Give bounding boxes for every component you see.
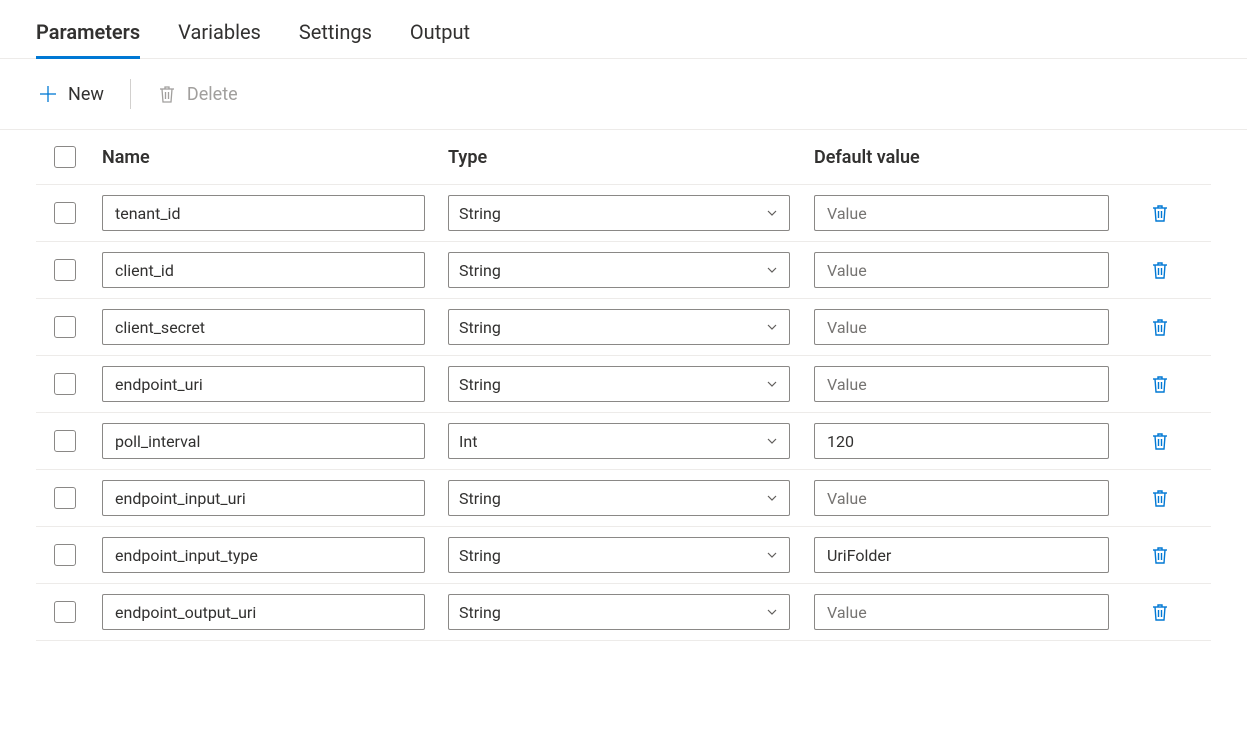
row-delete-button[interactable] (1150, 317, 1170, 337)
column-header-type: Type (448, 147, 808, 168)
param-name-input[interactable] (113, 203, 414, 224)
chevron-down-icon (765, 548, 779, 562)
param-type-value: Int (459, 432, 477, 451)
row-checkbox[interactable] (54, 487, 76, 509)
table-row: String (36, 356, 1211, 413)
row-checkbox[interactable] (54, 259, 76, 281)
param-name-input[interactable] (113, 260, 414, 281)
tab-variables[interactable]: Variables (178, 10, 261, 58)
delete-button-label: Delete (187, 84, 238, 105)
chevron-down-icon (765, 434, 779, 448)
param-default-input[interactable] (825, 488, 1098, 509)
toolbar-divider (130, 79, 131, 109)
param-type-select[interactable]: String (448, 309, 790, 345)
table-row: String (36, 185, 1211, 242)
param-name-input[interactable] (113, 602, 414, 623)
param-type-select[interactable]: String (448, 594, 790, 630)
param-name-input[interactable] (113, 488, 414, 509)
param-name-input[interactable] (113, 431, 414, 452)
param-type-value: String (459, 204, 501, 223)
param-type-value: String (459, 546, 501, 565)
row-checkbox[interactable] (54, 544, 76, 566)
tab-output[interactable]: Output (410, 10, 470, 58)
param-type-select[interactable]: String (448, 195, 790, 231)
row-checkbox[interactable] (54, 430, 76, 452)
param-name-input[interactable] (113, 545, 414, 566)
param-default-input[interactable] (825, 545, 1098, 566)
chevron-down-icon (765, 206, 779, 220)
param-type-value: String (459, 375, 501, 394)
param-type-select[interactable]: String (448, 537, 790, 573)
table-row: Int (36, 413, 1211, 470)
row-checkbox[interactable] (54, 373, 76, 395)
chevron-down-icon (765, 491, 779, 505)
parameters-table: Name Type Default value String String Stri… (0, 130, 1247, 641)
row-checkbox[interactable] (54, 202, 76, 224)
param-default-input[interactable] (825, 374, 1098, 395)
table-row: String (36, 527, 1211, 584)
param-name-input[interactable] (113, 317, 414, 338)
row-delete-button[interactable] (1150, 602, 1170, 622)
param-default-input[interactable] (825, 260, 1098, 281)
param-type-select[interactable]: String (448, 252, 790, 288)
param-type-value: String (459, 603, 501, 622)
table-header: Name Type Default value (36, 130, 1211, 185)
toolbar: New Delete (0, 59, 1247, 130)
row-delete-button[interactable] (1150, 260, 1170, 280)
delete-button[interactable]: Delete (155, 80, 240, 109)
new-button-label: New (68, 84, 104, 105)
table-row: String (36, 299, 1211, 356)
row-checkbox[interactable] (54, 316, 76, 338)
trash-icon (157, 84, 177, 104)
param-default-input[interactable] (825, 317, 1098, 338)
row-delete-button[interactable] (1150, 431, 1170, 451)
param-default-input[interactable] (825, 203, 1098, 224)
tab-parameters[interactable]: Parameters (36, 10, 140, 58)
chevron-down-icon (765, 263, 779, 277)
new-button[interactable]: New (36, 80, 106, 109)
param-type-select[interactable]: String (448, 366, 790, 402)
column-header-name: Name (102, 147, 442, 168)
tab-settings[interactable]: Settings (299, 10, 372, 58)
table-row: String (36, 584, 1211, 641)
table-row: String (36, 470, 1211, 527)
tab-bar: Parameters Variables Settings Output (0, 0, 1247, 59)
param-type-value: String (459, 261, 501, 280)
select-all-checkbox[interactable] (54, 146, 76, 168)
param-name-input[interactable] (113, 374, 414, 395)
chevron-down-icon (765, 377, 779, 391)
row-checkbox[interactable] (54, 601, 76, 623)
row-delete-button[interactable] (1150, 488, 1170, 508)
param-default-input[interactable] (825, 602, 1098, 623)
param-type-select[interactable]: String (448, 480, 790, 516)
param-default-input[interactable] (825, 431, 1098, 452)
chevron-down-icon (765, 320, 779, 334)
row-delete-button[interactable] (1150, 203, 1170, 223)
plus-icon (38, 84, 58, 104)
row-delete-button[interactable] (1150, 374, 1170, 394)
row-delete-button[interactable] (1150, 545, 1170, 565)
param-type-select[interactable]: Int (448, 423, 790, 459)
column-header-default: Default value (814, 147, 1124, 168)
param-type-value: String (459, 489, 501, 508)
chevron-down-icon (765, 605, 779, 619)
table-row: String (36, 242, 1211, 299)
param-type-value: String (459, 318, 501, 337)
